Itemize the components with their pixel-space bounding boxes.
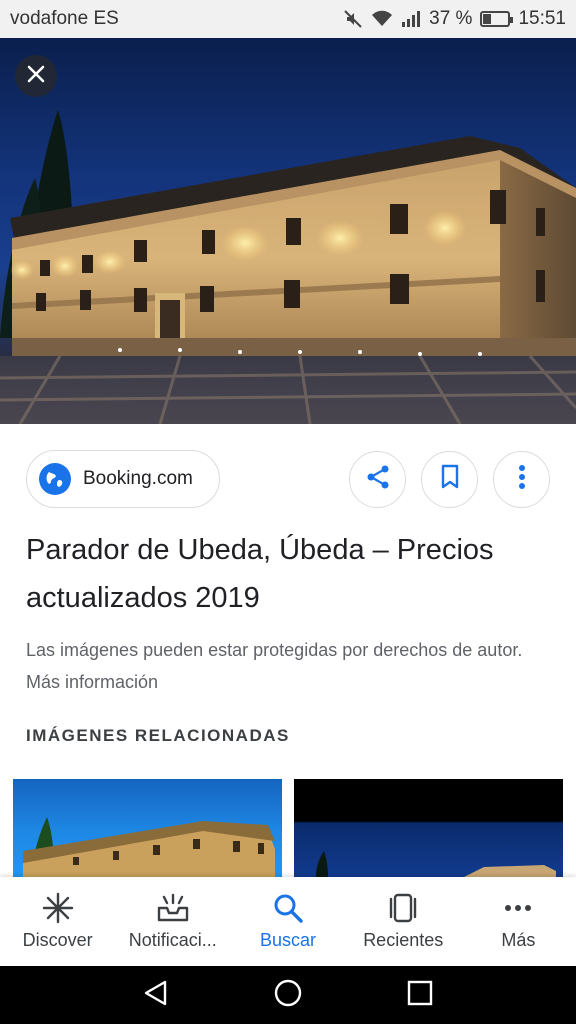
- home-button[interactable]: [273, 978, 303, 1013]
- battery-level: [483, 14, 492, 24]
- back-button[interactable]: [141, 978, 171, 1013]
- related-images: [13, 779, 565, 877]
- nav-search[interactable]: Buscar: [230, 877, 345, 966]
- recent-cards-icon: [386, 892, 420, 924]
- share-icon: [365, 464, 391, 495]
- source-chip[interactable]: Booking.com: [26, 450, 220, 508]
- building-daytime-illustration: [23, 817, 275, 877]
- wifi-icon: [371, 10, 393, 28]
- asterisk-icon: [42, 892, 74, 924]
- related-image-thumbnail[interactable]: [294, 779, 563, 877]
- nav-label: Buscar: [259, 930, 317, 950]
- globe-icon: [39, 463, 71, 495]
- copyright-notice[interactable]: Las imágenes pueden estar protegidas por…: [26, 634, 546, 698]
- signal-icon: [401, 10, 421, 28]
- battery-icon: [480, 11, 514, 27]
- related-heading: IMÁGENES RELACIONADAS: [26, 726, 290, 745]
- system-navigation-bar: [0, 966, 576, 1024]
- nav-label: Discover: [22, 930, 93, 950]
- home-circle-icon: [274, 979, 302, 1006]
- nav-label: Notificaci...: [128, 930, 217, 950]
- more-options-button[interactable]: [493, 450, 550, 508]
- bookmark-icon: [439, 464, 461, 495]
- nav-more[interactable]: Más: [461, 877, 576, 966]
- action-buttons: [349, 450, 550, 508]
- source-label: Booking.com: [83, 468, 193, 489]
- close-button[interactable]: [15, 55, 57, 97]
- more-vert-icon: [518, 464, 526, 495]
- more-horiz-icon: [502, 892, 534, 924]
- nav-label: Recientes: [363, 930, 444, 950]
- recents-button[interactable]: [405, 978, 435, 1013]
- related-image-thumbnail[interactable]: [13, 779, 282, 877]
- source-row: Booking.com: [26, 450, 550, 508]
- status-bar: vodafone ES 37 % 15:51: [0, 0, 576, 38]
- inbox-notification-icon: [156, 892, 190, 924]
- mute-icon: [343, 9, 363, 29]
- battery-percent: 37 %: [429, 8, 473, 29]
- result-title[interactable]: Parador de Ubeda, Úbeda – Precios actual…: [26, 526, 556, 622]
- search-icon: [272, 892, 304, 924]
- status-icons: 37 % 15:51: [343, 8, 566, 30]
- nav-notifications[interactable]: Notificaci...: [115, 877, 230, 966]
- clock: 15:51: [518, 8, 566, 29]
- back-triangle-icon: [144, 980, 167, 1005]
- nav-recents[interactable]: Recientes: [346, 877, 461, 966]
- hero-image[interactable]: [0, 38, 576, 424]
- nav-label: Más: [501, 930, 536, 950]
- bookmark-button[interactable]: [421, 450, 478, 508]
- bottom-navigation: Discover Notificaci... Buscar Recientes …: [0, 877, 576, 966]
- building-night-illustration: [316, 851, 556, 877]
- nav-discover[interactable]: Discover: [0, 877, 115, 966]
- close-icon: [26, 64, 46, 89]
- carrier-label: vodafone ES: [10, 8, 119, 29]
- recents-square-icon: [407, 980, 433, 1005]
- parador-building-illustration: [0, 110, 576, 424]
- share-button[interactable]: [349, 450, 406, 508]
